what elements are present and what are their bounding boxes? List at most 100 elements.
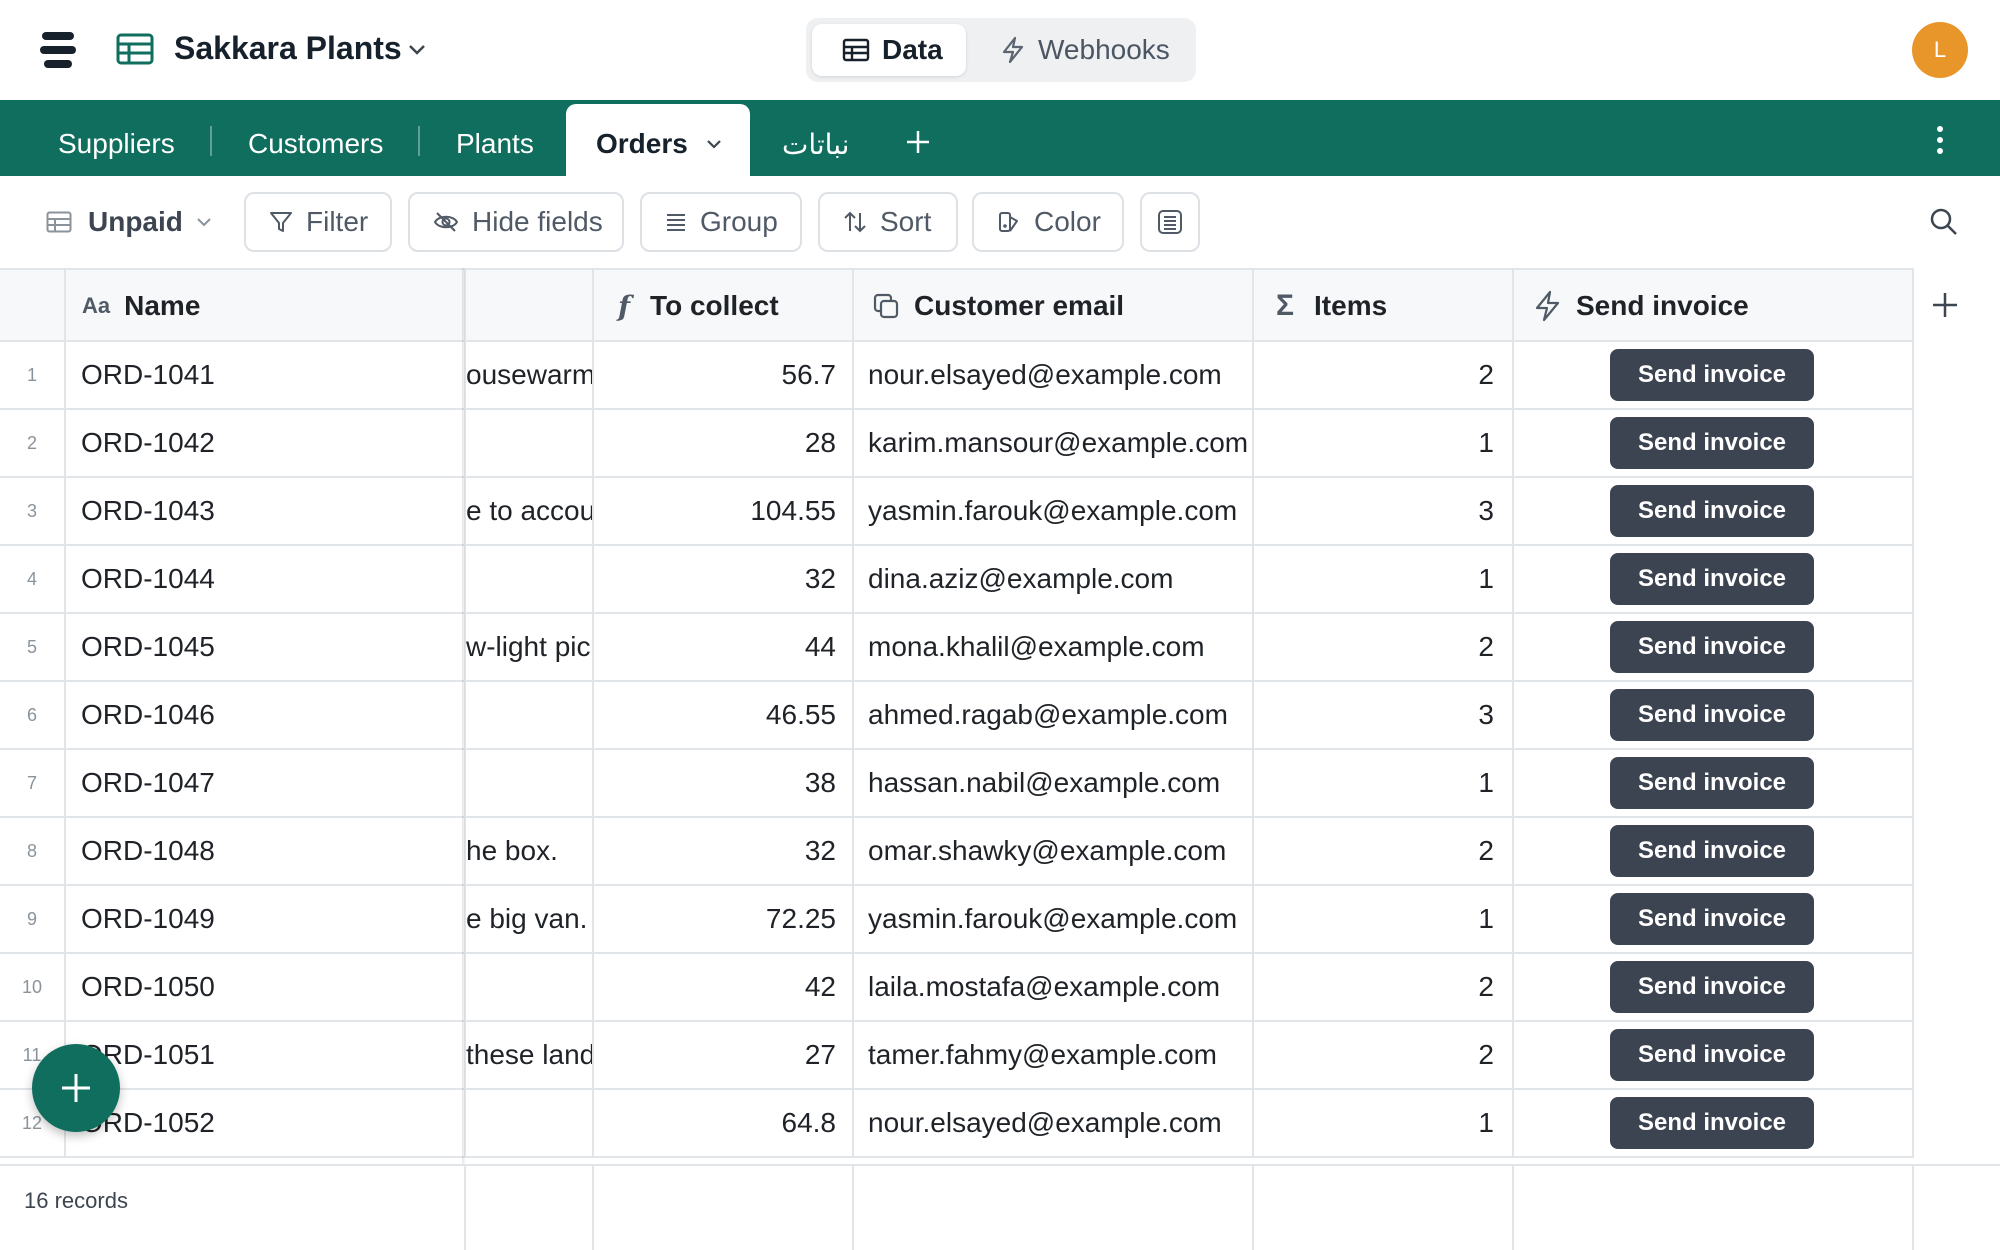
items-cell[interactable]: 1 [1254,546,1514,612]
filter-button[interactable]: Filter [244,192,392,252]
send-invoice-button[interactable]: Send invoice [1610,825,1814,877]
table-row[interactable]: 10 ORD-1050 42 laila.mostafa@example.com 2 Se… [0,954,1914,1022]
tab-orders[interactable]: Orders [566,104,750,176]
name-cell[interactable]: ORD-1042 [66,410,466,476]
customer-email-cell[interactable]: tamer.fahmy@example.com [854,1022,1254,1088]
send-invoice-button[interactable]: Send invoice [1610,485,1814,537]
customer-email-cell[interactable]: hassan.nabil@example.com [854,750,1254,816]
items-cell[interactable]: 1 [1254,1090,1514,1156]
send-invoice-button[interactable]: Send invoice [1610,553,1814,605]
tab-suppliers[interactable]: Suppliers [58,128,175,160]
name-cell[interactable]: ORD-1048 [66,818,466,884]
notes-cell[interactable]: ousewarm [466,342,594,408]
name-cell[interactable]: ORD-1050 [66,954,466,1020]
send-invoice-button[interactable]: Send invoice [1610,417,1814,469]
table-row[interactable]: 12 ORD-1052 64.8 nour.elsayed@example.com 1 S… [0,1090,1914,1158]
color-button[interactable]: Color [972,192,1124,252]
to-collect-cell[interactable]: 27 [594,1022,854,1088]
name-cell[interactable]: ORD-1051 [66,1022,466,1088]
to-collect-cell[interactable]: 38 [594,750,854,816]
items-cell[interactable]: 2 [1254,818,1514,884]
tab-plants[interactable]: Plants [456,128,534,160]
customer-email-cell[interactable]: yasmin.farouk@example.com [854,478,1254,544]
table-row[interactable]: 9 ORD-1049 e big van. 72.25 yasmin.farouk@ex… [0,886,1914,954]
send-invoice-button[interactable]: Send invoice [1610,1029,1814,1081]
to-collect-cell[interactable]: 44 [594,614,854,680]
items-cell[interactable]: 1 [1254,410,1514,476]
to-collect-cell[interactable]: 42 [594,954,854,1020]
chevron-down-icon[interactable] [406,38,428,60]
send-invoice-button[interactable]: Send invoice [1610,961,1814,1013]
send-invoice-button[interactable]: Send invoice [1610,349,1814,401]
avatar[interactable]: L [1912,22,1968,78]
notes-cell[interactable] [466,750,594,816]
tab-arabic-plants[interactable]: نباتات [782,128,849,161]
items-cell[interactable]: 1 [1254,886,1514,952]
name-cell[interactable]: ORD-1045 [66,614,466,680]
to-collect-cell[interactable]: 32 [594,546,854,612]
notes-cell[interactable] [466,410,594,476]
notes-cell[interactable]: e to accour [466,478,594,544]
send-invoice-button[interactable]: Send invoice [1610,757,1814,809]
table-row[interactable]: 2 ORD-1042 28 karim.mansour@example.com 1 Sen… [0,410,1914,478]
app-title[interactable]: Sakkara Plants [174,30,402,67]
chevron-down-icon[interactable] [704,134,724,154]
notes-cell[interactable] [466,546,594,612]
items-cell[interactable]: 2 [1254,1022,1514,1088]
table-row[interactable]: 1 ORD-1041 ousewarm 56.7 nour.elsayed@exampl… [0,342,1914,410]
items-cell[interactable]: 3 [1254,682,1514,748]
items-cell[interactable]: 2 [1254,342,1514,408]
notes-cell[interactable]: these land [466,1022,594,1088]
notes-cell[interactable] [466,954,594,1020]
customer-email-cell[interactable]: karim.mansour@example.com [854,410,1254,476]
customer-email-cell[interactable]: yasmin.farouk@example.com [854,886,1254,952]
items-cell[interactable]: 2 [1254,614,1514,680]
table-row[interactable]: 11 ORD-1051 these land 27 tamer.fahmy@exampl… [0,1022,1914,1090]
notes-cell[interactable] [466,682,594,748]
table-row[interactable]: 5 ORD-1045 w-light picl 44 mona.khalil@examp… [0,614,1914,682]
group-button[interactable]: Group [640,192,802,252]
row-height-button[interactable] [1140,192,1200,252]
add-table-icon[interactable] [904,128,932,156]
send-invoice-button[interactable]: Send invoice [1610,1097,1814,1149]
search-icon[interactable] [1928,206,1960,238]
notes-cell[interactable]: he box. [466,818,594,884]
name-cell[interactable]: ORD-1041 [66,342,466,408]
items-cell[interactable]: 3 [1254,478,1514,544]
notes-cell[interactable] [466,1090,594,1156]
send-invoice-button[interactable]: Send invoice [1610,621,1814,673]
customer-email-cell[interactable]: omar.shawky@example.com [854,818,1254,884]
name-cell[interactable]: ORD-1049 [66,886,466,952]
to-collect-cell[interactable]: 56.7 [594,342,854,408]
name-cell[interactable]: ORD-1044 [66,546,466,612]
more-options-icon[interactable] [1934,124,1946,156]
to-collect-cell[interactable]: 32 [594,818,854,884]
webhooks-tab-button[interactable]: Webhooks [980,24,1190,76]
column-header-items[interactable]: Σ Items [1254,270,1514,342]
notes-cell[interactable]: e big van. [466,886,594,952]
tab-customers[interactable]: Customers [248,128,383,160]
add-column-icon[interactable] [1930,290,1960,320]
customer-email-cell[interactable]: dina.aziz@example.com [854,546,1254,612]
add-record-button[interactable] [32,1044,120,1132]
send-invoice-button[interactable]: Send invoice [1610,893,1814,945]
customer-email-cell[interactable]: ahmed.ragab@example.com [854,682,1254,748]
name-cell[interactable]: ORD-1052 [66,1090,466,1156]
table-row[interactable]: 4 ORD-1044 32 dina.aziz@example.com 1 Send in… [0,546,1914,614]
customer-email-cell[interactable]: nour.elsayed@example.com [854,342,1254,408]
menu-icon[interactable] [40,32,80,68]
column-header-name[interactable]: Aa Name [66,270,466,342]
column-header-notes[interactable] [466,270,594,342]
notes-cell[interactable]: w-light picl [466,614,594,680]
data-tab-button[interactable]: Data [812,24,966,76]
hide-fields-button[interactable]: Hide fields [408,192,624,252]
name-cell[interactable]: ORD-1046 [66,682,466,748]
items-cell[interactable]: 1 [1254,750,1514,816]
table-row[interactable]: 8 ORD-1048 he box. 32 omar.shawky@example.co… [0,818,1914,886]
sort-button[interactable]: Sort [818,192,958,252]
customer-email-cell[interactable]: nour.elsayed@example.com [854,1090,1254,1156]
column-header-send-invoice[interactable]: Send invoice [1514,270,1914,342]
customer-email-cell[interactable]: mona.khalil@example.com [854,614,1254,680]
table-row[interactable]: 6 ORD-1046 46.55 ahmed.ragab@example.com 3 Se… [0,682,1914,750]
row-number-header[interactable] [0,270,66,342]
